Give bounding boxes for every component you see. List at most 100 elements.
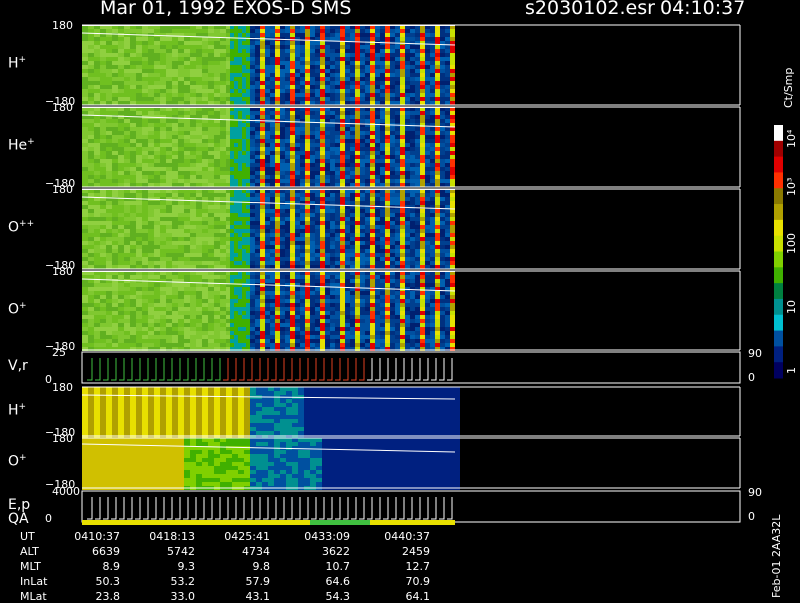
heatmap-cell [130, 167, 136, 171]
heatmap-cell [260, 131, 265, 135]
heatmap-cell [234, 123, 238, 127]
heatmap-cell [265, 171, 270, 175]
heatmap-cell [130, 275, 136, 279]
heatmap-cell [94, 209, 100, 213]
heatmap-cell [112, 275, 118, 279]
heatmap-cell [320, 197, 325, 201]
heatmap-cell [208, 245, 214, 249]
heatmap-cell [148, 201, 154, 205]
heatmap-cell [280, 205, 285, 209]
heatmap-cell [265, 29, 270, 33]
heatmap-cell [238, 151, 242, 155]
heatmap-cell [270, 81, 275, 85]
heatmap-cell [130, 139, 136, 143]
heatmap-cell [172, 193, 178, 197]
heatmap-cell [350, 233, 355, 237]
heatmap-cell [230, 261, 234, 265]
heatmap-cell [250, 97, 255, 101]
heatmap-cell [250, 93, 255, 97]
heatmap-cell [405, 213, 410, 217]
heatmap-cell [290, 265, 295, 269]
heatmap-cell [130, 205, 136, 209]
heatmap-cell [305, 209, 310, 213]
heatmap-cell [270, 111, 275, 115]
heatmap-cell [184, 331, 190, 335]
heatmap-cell [234, 279, 238, 283]
heatmap-cell [270, 315, 275, 319]
heatmap-cell [350, 253, 355, 257]
heatmap-cell [330, 159, 335, 163]
heatmap-cell [435, 237, 440, 241]
heatmap-cell [395, 179, 400, 183]
heatmap-cell [246, 241, 250, 245]
heatmap-cell [178, 323, 184, 327]
heatmap-cell [106, 229, 112, 233]
heatmap-cell [365, 179, 370, 183]
heatmap-cell [385, 175, 390, 179]
heatmap-cell [136, 85, 142, 89]
heatmap-cell [234, 249, 238, 253]
heatmap-cell [275, 225, 280, 229]
heatmap-cell [238, 323, 242, 327]
heatmap-cell [425, 167, 430, 171]
heatmap-cell [380, 213, 385, 217]
heatmap-cell [142, 233, 148, 237]
heatmap-cell [380, 151, 385, 155]
heatmap-cell [112, 163, 118, 167]
heatmap-cell [345, 179, 350, 183]
heatmap-cell [214, 183, 220, 187]
heatmap-cell [335, 237, 340, 241]
heatmap-cell [234, 155, 238, 159]
heatmap-cell [360, 147, 365, 151]
heatmap-cell [345, 115, 350, 119]
heatmap-cell [445, 241, 450, 245]
heatmap-cell [420, 221, 425, 225]
heatmap-cell [172, 233, 178, 237]
heatmap-cell [82, 65, 88, 69]
heatmap-cell [196, 307, 202, 311]
heatmap-cell [365, 111, 370, 115]
heatmap-cell [305, 253, 310, 257]
heatmap-cell [295, 197, 300, 201]
heatmap-cell [395, 249, 400, 253]
heatmap-cell [160, 315, 166, 319]
heatmap-cell [106, 237, 112, 241]
heatmap-cell [290, 167, 295, 171]
heatmap-cell [330, 245, 335, 249]
heatmap-cell [440, 127, 445, 131]
heatmap-cell [355, 167, 360, 171]
heatmap-cell [380, 89, 385, 93]
heatmap-cell [148, 291, 154, 295]
heatmap-cell [214, 229, 220, 233]
heatmap-cell [365, 245, 370, 249]
heatmap-cell [214, 73, 220, 77]
heatmap-cell [420, 147, 425, 151]
heatmap-cell [350, 217, 355, 221]
heatmap-cell [355, 119, 360, 123]
heatmap-cell [290, 143, 295, 147]
heatmap-cell [420, 225, 425, 229]
heatmap-cell [208, 331, 214, 335]
heatmap-cell [202, 101, 208, 105]
heatmap-cell [300, 155, 305, 159]
heatmap-cell [100, 291, 106, 295]
heatmap-cell [88, 65, 94, 69]
heatmap-cell [106, 147, 112, 151]
heatmap-cell [238, 53, 242, 57]
heatmap-cell [355, 115, 360, 119]
heatmap-cell [100, 49, 106, 53]
heatmap-cell [112, 123, 118, 127]
heatmap-cell [300, 237, 305, 241]
heatmap-cell [265, 81, 270, 85]
heatmap-cell [214, 307, 220, 311]
heatmap-cell [420, 175, 425, 179]
heatmap-cell [100, 81, 106, 85]
heatmap-cell [415, 127, 420, 131]
heatmap-cell [160, 201, 166, 205]
heatmap-cell [136, 261, 142, 265]
heatmap-cell [208, 315, 214, 319]
heatmap-cell [270, 291, 275, 295]
heatmap-cell [196, 159, 202, 163]
heatmap-cell [275, 41, 280, 45]
heatmap-cell [360, 171, 365, 175]
